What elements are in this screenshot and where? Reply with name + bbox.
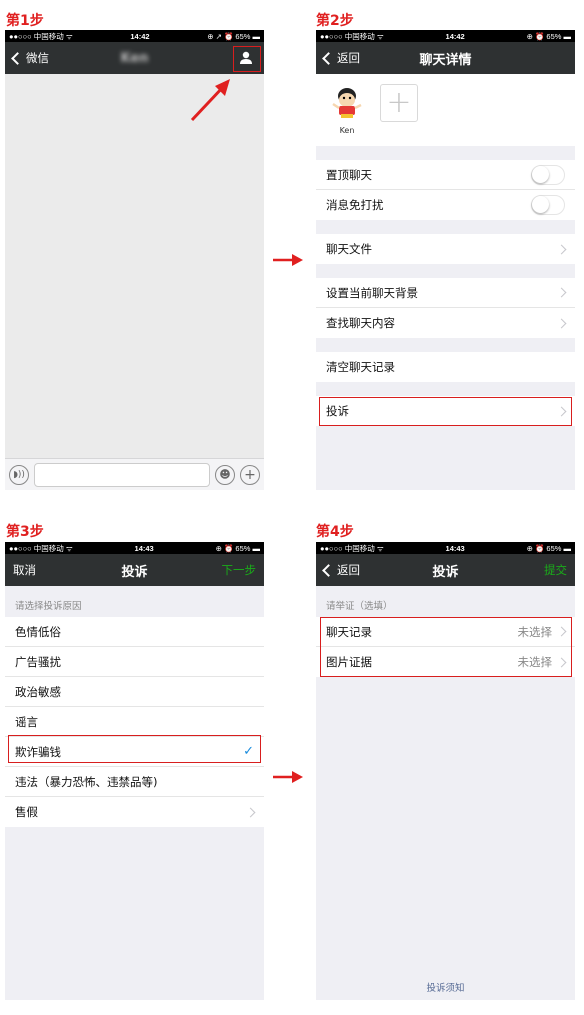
chevron-right-icon	[556, 318, 567, 328]
row-label: 清空聊天记录	[326, 360, 395, 374]
status-bar: ●●○○○ 中国移动 ᯤ 14:43 ⊕ ⏰ 65% ▬	[5, 542, 264, 554]
step-3-label: 第3步	[6, 524, 44, 540]
report-guidelines-link[interactable]: 投诉须知	[316, 980, 575, 994]
plus-icon: +	[386, 85, 412, 120]
more-button[interactable]: +	[240, 464, 260, 485]
battery-status: ⊕ ↗ ⏰ 65% ▬	[207, 31, 260, 41]
settings-group-3: 设置当前聊天背景 查找聊天内容	[316, 278, 575, 338]
emoji-button[interactable]: ☻	[215, 464, 235, 485]
clock: 14:42	[130, 31, 150, 41]
next-step-button[interactable]: 下一步	[222, 562, 257, 578]
reason-row[interactable]: 政治敏感	[5, 677, 264, 707]
step-2-label: 第2步	[316, 13, 354, 29]
back-label: 微信	[26, 51, 49, 65]
reason-list: 色情低俗 广告骚扰 政治敏感 谣言 欺诈骗钱 ✓ 违法（暴力恐怖、违禁品等) 售…	[5, 617, 264, 827]
pointer-arrow-icon	[190, 79, 230, 122]
voice-icon: ◗))	[13, 469, 25, 480]
battery-status: ⊕ ⏰ 65% ▬	[526, 543, 571, 553]
pin-chat-row: 置顶聊天	[316, 160, 575, 190]
step-1-label: 第1步	[6, 13, 44, 29]
back-label: 返回	[337, 563, 360, 577]
nav-bar: 返回 聊天详情	[316, 42, 575, 74]
row-label: 置顶聊天	[326, 167, 372, 182]
member-item[interactable]: Ken	[328, 84, 366, 146]
nav-bar: 取消 投诉 下一步	[5, 554, 264, 586]
row-label: 查找聊天内容	[326, 316, 395, 330]
settings-group-1: 置顶聊天 消息免打扰	[316, 160, 575, 220]
message-input[interactable]	[34, 462, 210, 487]
chat-info-button[interactable]	[236, 48, 256, 68]
members-section: Ken +	[316, 74, 575, 146]
status-bar: ●●○○○ 中国移动 ᯤ 14:43 ⊕ ⏰ 65% ▬	[316, 542, 575, 554]
reason-label: 违法（暴力恐怖、违禁品等)	[15, 774, 158, 789]
member-name: Ken	[339, 126, 355, 135]
chevron-right-icon	[556, 287, 567, 298]
back-button[interactable]: 微信	[11, 50, 49, 66]
section-hint: 请选择投诉原因	[15, 601, 82, 612]
reason-row[interactable]: 售假	[5, 797, 264, 827]
submit-button[interactable]: 提交	[544, 562, 567, 578]
clock: 14:43	[445, 543, 465, 553]
highlight-report-row	[319, 397, 572, 426]
settings-group-4: 清空聊天记录	[316, 352, 575, 382]
carrier-text: ●●○○○ 中国移动 ᯤ	[320, 31, 384, 41]
cancel-button[interactable]: 取消	[13, 562, 36, 578]
avatar	[328, 84, 366, 122]
clock: 14:43	[134, 543, 154, 553]
chevron-right-icon	[245, 807, 256, 817]
chat-input-bar: ◗)) ☻ +	[5, 458, 264, 490]
add-member-button[interactable]: +	[380, 84, 418, 122]
battery-status: ⊕ ⏰ 65% ▬	[526, 31, 571, 41]
reason-label: 政治敏感	[15, 684, 61, 699]
chevron-right-icon	[556, 244, 567, 254]
row-label: 聊天文件	[326, 242, 372, 256]
plus-icon: +	[244, 466, 256, 483]
mute-toggle[interactable]	[531, 195, 565, 215]
person-icon	[240, 51, 252, 64]
chat-message-area[interactable]	[5, 74, 264, 458]
reason-row[interactable]: 广告骚扰	[5, 647, 264, 677]
back-button[interactable]: 返回	[322, 562, 360, 578]
carrier-text: ●●○○○ 中国移动 ᯤ	[9, 31, 73, 41]
nav-bar: 返回 投诉 提交	[316, 554, 575, 586]
reason-row[interactable]: 违法（暴力恐怖、违禁品等)	[5, 767, 264, 797]
nav-bar: 微信 Ken	[5, 42, 264, 74]
voice-button[interactable]: ◗))	[9, 464, 29, 485]
carrier-text: ●●○○○ 中国移动 ᯤ	[9, 543, 73, 553]
reason-label: 谣言	[15, 714, 38, 729]
status-bar: ●●○○○ 中国移动 ᯤ 14:42 ⊕ ⏰ 65% ▬	[316, 30, 575, 42]
reason-label: 广告骚扰	[15, 654, 61, 669]
clock: 14:42	[445, 31, 465, 41]
highlight-evidence-rows	[320, 617, 572, 677]
carrier-text: ●●○○○ 中国移动 ᯤ	[320, 543, 384, 553]
reason-row[interactable]: 谣言	[5, 707, 264, 737]
arrow-right-icon	[273, 254, 303, 266]
phone-screen-4: ●●○○○ 中国移动 ᯤ 14:43 ⊕ ⏰ 65% ▬ 返回 投诉 提交 请举…	[316, 542, 575, 1000]
chat-background-row[interactable]: 设置当前聊天背景	[316, 278, 575, 308]
pin-chat-toggle[interactable]	[531, 164, 565, 185]
back-button[interactable]: 返回	[322, 50, 360, 66]
chevron-left-icon	[11, 51, 24, 65]
highlight-fraud-row	[8, 735, 261, 763]
reason-label: 售假	[15, 805, 38, 819]
battery-status: ⊕ ⏰ 65% ▬	[215, 543, 260, 553]
status-bar: ●●○○○ 中国移动 ᯤ 14:42 ⊕ ↗ ⏰ 65% ▬	[5, 30, 264, 42]
chevron-left-icon	[322, 563, 335, 577]
search-chat-row[interactable]: 查找聊天内容	[316, 308, 575, 338]
chat-files-row[interactable]: 聊天文件	[316, 234, 575, 264]
section-hint: 请举证（选填）	[326, 601, 393, 612]
mute-row: 消息免打扰	[316, 190, 575, 220]
settings-group-2: 聊天文件	[316, 234, 575, 264]
step-4-label: 第4步	[316, 524, 354, 540]
phone-screen-3: ●●○○○ 中国移动 ᯤ 14:43 ⊕ ⏰ 65% ▬ 取消 投诉 下一步 请…	[5, 542, 264, 1000]
arrow-right-icon	[273, 771, 303, 783]
smiley-icon: ☻	[219, 468, 231, 481]
row-label: 消息免打扰	[326, 198, 384, 212]
chevron-left-icon	[322, 51, 335, 65]
reason-label: 色情低俗	[15, 624, 61, 639]
back-label: 返回	[337, 51, 360, 65]
reason-row[interactable]: 色情低俗	[5, 617, 264, 647]
clear-history-row[interactable]: 清空聊天记录	[316, 352, 575, 382]
row-label: 设置当前聊天背景	[326, 285, 418, 300]
